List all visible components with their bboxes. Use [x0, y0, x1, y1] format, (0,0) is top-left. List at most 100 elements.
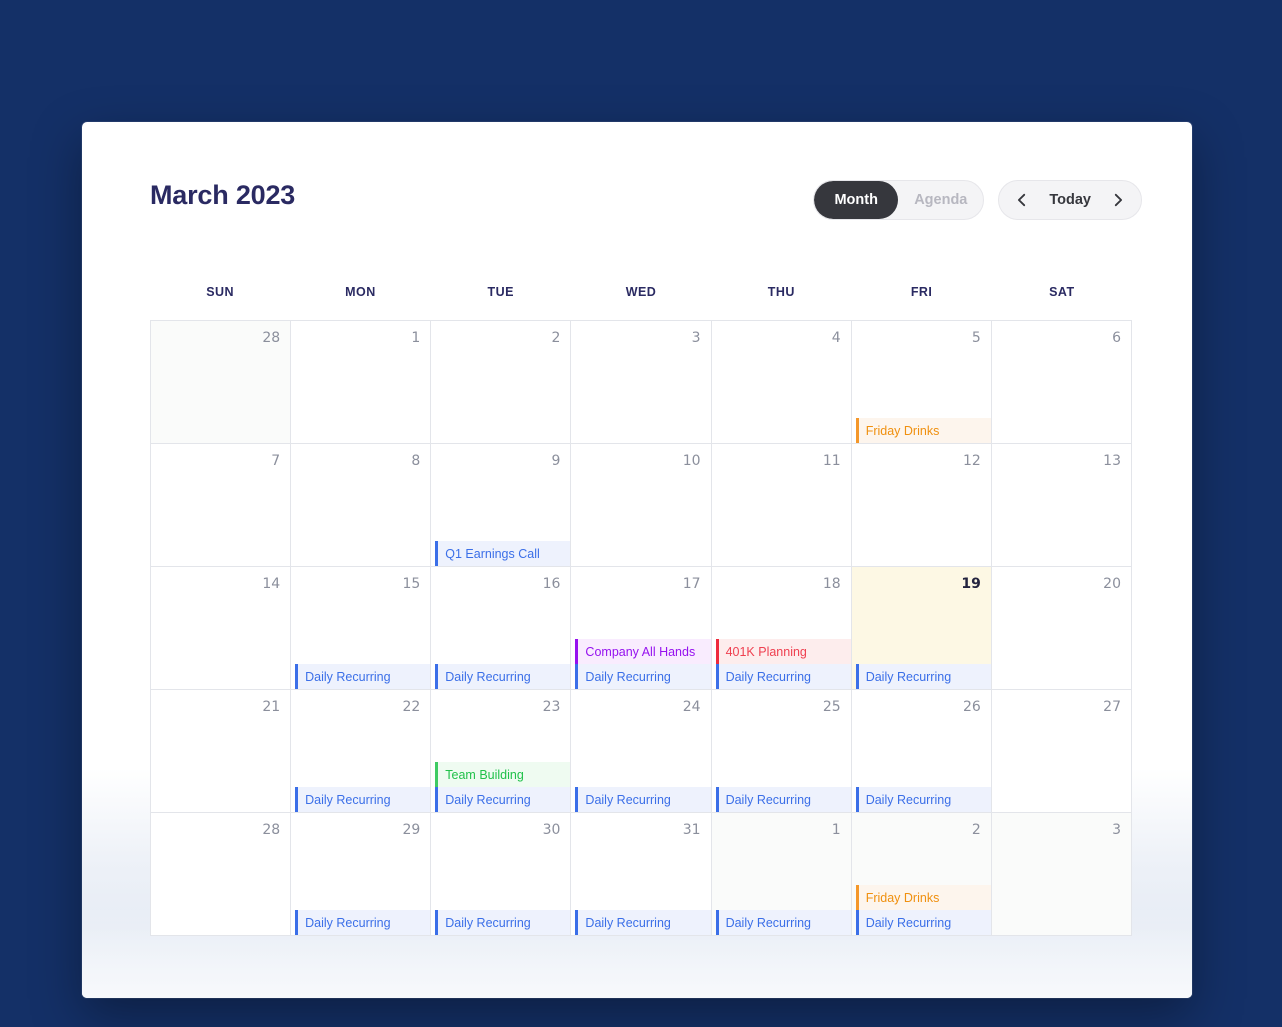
day-cell[interactable]: 8	[291, 444, 432, 567]
weekday-label-mon: MON	[345, 285, 376, 299]
day-cell[interactable]: 24 Daily Recurring	[571, 690, 712, 813]
event-list: Daily Recurring	[431, 910, 571, 935]
day-cell[interactable]: 11	[711, 444, 852, 567]
calendar-event[interactable]: Daily Recurring	[435, 664, 571, 689]
day-number: 23	[542, 699, 561, 715]
event-list: Company All Hands Daily Recurring	[571, 639, 711, 689]
event-list: Daily Recurring	[712, 787, 851, 812]
calendar-event[interactable]: Daily Recurring	[715, 910, 851, 935]
chevron-right-icon[interactable]	[1101, 183, 1135, 217]
week-row: 28 29 Daily Recurring 30 Daily Recurring 31 Da…	[151, 813, 1132, 936]
day-number: 30	[542, 822, 561, 838]
tab-agenda[interactable]: Agenda	[898, 181, 983, 219]
today-button[interactable]: Today	[1039, 192, 1101, 208]
day-cell[interactable]: 6	[991, 321, 1132, 444]
day-number: 28	[262, 330, 281, 346]
day-cell[interactable]: 14	[151, 567, 292, 690]
day-number: 17	[682, 576, 701, 592]
weekday-label-fri: FRI	[910, 285, 933, 299]
day-cell[interactable]: 2	[431, 321, 572, 444]
day-cell[interactable]: 20	[991, 567, 1132, 690]
event-list: Q1 Earnings Call	[431, 541, 571, 566]
day-number: 6	[1112, 330, 1121, 346]
day-cell[interactable]: 22 Daily Recurring	[291, 690, 432, 813]
day-number: 1	[831, 822, 841, 838]
view-switcher[interactable]: Month Agenda	[813, 180, 985, 220]
day-cell[interactable]: 16 Daily Recurring	[431, 567, 572, 690]
weekday-label-sun: SUN	[206, 285, 235, 299]
day-cell[interactable]: 1 Daily Recurring	[711, 813, 852, 936]
weekday-label-wed: WED	[625, 285, 657, 299]
calendar-event[interactable]: Daily Recurring	[575, 910, 711, 935]
event-list: Daily Recurring	[852, 664, 991, 689]
calendar-window: March 2023 Month Agenda Today SUN MON TU…	[82, 122, 1192, 998]
day-cell[interactable]: 18 401K Planning Daily Recurring	[711, 567, 852, 690]
chevron-left-icon[interactable]	[1005, 183, 1039, 217]
calendar-event[interactable]: 401K Planning	[715, 639, 851, 664]
calendar-event[interactable]: Daily Recurring	[435, 910, 571, 935]
day-cell[interactable]: 27	[991, 690, 1132, 813]
toolbar-controls: Month Agenda Today	[813, 180, 1142, 220]
day-number: 11	[822, 453, 841, 469]
calendar-event[interactable]: Daily Recurring	[715, 787, 851, 812]
day-number: 20	[1103, 576, 1121, 592]
day-cell[interactable]: 23 Team Building Daily Recurring	[431, 690, 572, 813]
calendar-event[interactable]: Daily Recurring	[855, 787, 991, 812]
day-number: 12	[963, 453, 981, 469]
day-cell[interactable]: 3	[571, 321, 712, 444]
calendar-event[interactable]: Q1 Earnings Call	[435, 541, 571, 566]
day-cell[interactable]: 28	[151, 813, 292, 936]
day-cell[interactable]: 9 Q1 Earnings Call	[431, 444, 572, 567]
calendar-event[interactable]: Friday Drinks	[855, 418, 991, 443]
calendar-toolbar: March 2023 Month Agenda Today	[82, 122, 1192, 282]
weekday-header: SUN MON TUE WED THU FRI SAT	[150, 285, 1132, 299]
calendar-event[interactable]: Daily Recurring	[435, 787, 571, 812]
calendar-event[interactable]: Company All Hands	[575, 639, 711, 664]
day-cell[interactable]: 28	[151, 321, 292, 444]
day-cell[interactable]: 3	[991, 813, 1132, 936]
calendar-event[interactable]: Daily Recurring	[295, 910, 431, 935]
day-cell[interactable]: 17 Company All Hands Daily Recurring	[571, 567, 712, 690]
day-cell[interactable]: 5 Friday Drinks	[851, 321, 992, 444]
day-cell[interactable]: 7	[151, 444, 292, 567]
week-row: 28 1 2 3 4 5 Friday Drinks 6	[151, 321, 1132, 444]
day-cell[interactable]: 26 Daily Recurring	[851, 690, 992, 813]
day-cell[interactable]: 15 Daily Recurring	[291, 567, 432, 690]
calendar-event[interactable]: Team Building	[435, 762, 571, 787]
day-cell[interactable]: 12	[851, 444, 992, 567]
calendar-event[interactable]: Daily Recurring	[575, 664, 711, 689]
calendar-event[interactable]: Friday Drinks	[855, 885, 991, 910]
day-cell[interactable]: 2 Friday Drinks Daily Recurring	[851, 813, 992, 936]
calendar-event[interactable]: Daily Recurring	[855, 664, 991, 689]
day-number: 18	[822, 576, 841, 592]
calendar-event[interactable]: Daily Recurring	[295, 664, 431, 689]
day-cell[interactable]: 21	[151, 690, 292, 813]
day-cell[interactable]: 30 Daily Recurring	[431, 813, 572, 936]
week-row: 7 8 9 Q1 Earnings Call 10 11 12 13	[151, 444, 1132, 567]
calendar-event[interactable]: Daily Recurring	[715, 664, 851, 689]
day-cell[interactable]: 25 Daily Recurring	[711, 690, 852, 813]
calendar-event[interactable]: Daily Recurring	[295, 787, 431, 812]
day-number: 4	[831, 330, 841, 346]
day-number: 28	[262, 822, 281, 838]
week-row: 14 15 Daily Recurring 16 Daily Recurring 17 Co…	[151, 567, 1132, 690]
day-cell[interactable]: 19 Daily Recurring	[851, 567, 992, 690]
day-cell[interactable]: 10	[571, 444, 712, 567]
day-cell[interactable]: 31 Daily Recurring	[571, 813, 712, 936]
event-list: Daily Recurring	[571, 910, 711, 935]
day-cell[interactable]: 13	[991, 444, 1132, 567]
day-number: 29	[402, 822, 421, 838]
day-number: 1	[411, 330, 421, 346]
day-cell[interactable]: 29 Daily Recurring	[291, 813, 432, 936]
event-list: Friday Drinks	[852, 418, 991, 443]
day-cell[interactable]: 4	[711, 321, 852, 444]
calendar-grid: 28 1 2 3 4 5 Friday Drinks 6 7 8 9 Q1 Earnings Call…	[150, 320, 1132, 936]
day-number: 3	[1112, 822, 1121, 838]
calendar-event[interactable]: Daily Recurring	[575, 787, 711, 812]
calendar-event[interactable]: Daily Recurring	[855, 910, 991, 935]
tab-month[interactable]: Month	[814, 181, 899, 219]
day-number: 21	[262, 699, 281, 715]
day-number: 27	[1103, 699, 1121, 715]
day-cell[interactable]: 1	[291, 321, 432, 444]
day-number: 2	[551, 330, 561, 346]
